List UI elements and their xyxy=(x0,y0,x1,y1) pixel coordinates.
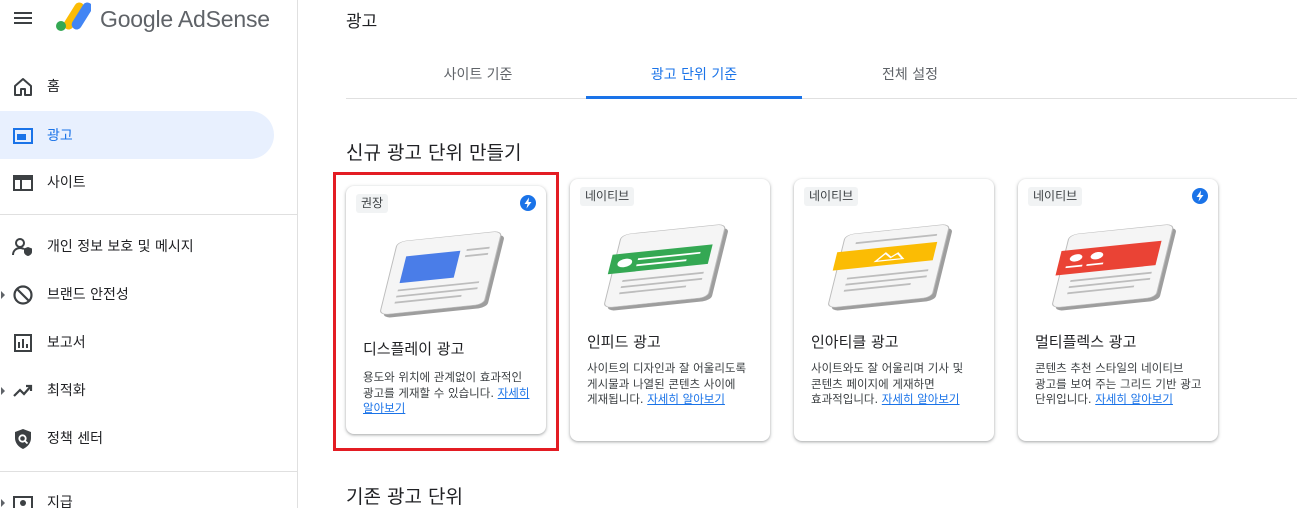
card-description: 사이트와도 잘 어울리며 기사 및 콘텐츠 페이지에 게재하면 효과적입니다. … xyxy=(811,361,983,408)
sidebar-item-label: 최적화 xyxy=(47,383,86,399)
sidebar-divider xyxy=(0,471,298,472)
card-title: 인아티클 광고 xyxy=(811,333,899,351)
expand-caret-icon xyxy=(1,499,5,507)
adsense-app: Google AdSense 광고 홈 광고 사이트 개인 정보 보호 및 메시… xyxy=(0,0,1297,508)
tab-by-site[interactable]: 사이트 기준 xyxy=(370,52,586,98)
ad-unit-card-in-feed[interactable]: 네이티브 인피드 광고 사이트의 디자인과 잘 어울리도록 게시물과 나열된 콘… xyxy=(570,179,770,441)
sidebar-item-label: 광고 xyxy=(47,128,73,144)
in-article-ad-illustration-icon xyxy=(828,224,952,311)
new-ad-unit-title: 신규 광고 단위 만들기 xyxy=(346,142,522,164)
sidebar-item-label: 사이트 xyxy=(47,175,86,191)
bolt-icon xyxy=(520,195,536,211)
card-description: 콘텐츠 추천 스타일의 네이티브 광고를 보여 주는 그리드 기반 광고 단위입… xyxy=(1035,361,1207,408)
tab-bar: 사이트 기준 광고 단위 기준 전체 설정 xyxy=(346,52,1297,99)
payments-icon xyxy=(13,496,33,508)
card-description: 사이트의 디자인과 잘 어울리도록 게시물과 나열된 콘텐츠 사이에 게재됩니다… xyxy=(587,361,759,408)
home-icon xyxy=(14,78,32,96)
ad-unit-card-in-article[interactable]: 네이티브 인아티클 광고 사이트와도 잘 어울리며 기사 및 콘텐츠 페이지에 … xyxy=(794,179,994,441)
sidebar-item-label: 개인 정보 보호 및 메시지 xyxy=(47,239,194,255)
sidebar-item-label: 브랜드 안전성 xyxy=(47,287,129,303)
privacy-icon xyxy=(12,238,32,256)
sidebar-item-sites[interactable]: 사이트 xyxy=(0,158,274,206)
page-title: 광고 xyxy=(346,12,378,32)
expand-caret-icon xyxy=(1,291,5,299)
block-icon xyxy=(13,285,33,305)
reports-icon xyxy=(14,334,32,352)
learn-more-link[interactable]: 자세히 알아보기 xyxy=(1095,392,1173,406)
sidebar-item-privacy[interactable]: 개인 정보 보호 및 메시지 xyxy=(0,222,274,270)
card-badge: 권장 xyxy=(356,194,389,213)
sidebar: 홈 광고 사이트 개인 정보 보호 및 메시지 브랜드 안전성 보고서 최적화 xyxy=(0,40,298,508)
sidebar-item-optimization[interactable]: 최적화 xyxy=(0,366,274,414)
sidebar-item-label: 지급 xyxy=(47,495,73,508)
sidebar-item-label: 정책 센터 xyxy=(47,431,103,447)
ads-icon xyxy=(13,128,33,144)
in-feed-ad-illustration-icon xyxy=(604,224,728,311)
ad-unit-card-multiplex[interactable]: 네이티브 멀티플렉스 광고 콘텐츠 추천 스타일의 네이티브 광고를 보여 주는… xyxy=(1018,179,1218,441)
trending-icon xyxy=(13,384,33,397)
sidebar-item-label: 홈 xyxy=(47,79,60,95)
learn-more-link[interactable]: 자세히 알아보기 xyxy=(647,392,725,406)
sidebar-item-home[interactable]: 홈 xyxy=(0,62,274,110)
card-title: 인피드 광고 xyxy=(587,333,661,351)
card-badge: 네이티브 xyxy=(1028,187,1083,206)
card-title: 멀티플렉스 광고 xyxy=(1035,333,1137,351)
sidebar-item-brand-safety[interactable]: 브랜드 안전성 xyxy=(0,270,274,318)
sidebar-divider xyxy=(0,214,298,215)
sidebar-item-ads[interactable]: 광고 xyxy=(0,111,274,159)
sites-icon xyxy=(13,175,33,191)
sidebar-item-policy-center[interactable]: 정책 센터 xyxy=(0,414,274,462)
card-title: 디스플레이 광고 xyxy=(363,340,465,358)
menu-icon[interactable] xyxy=(14,10,34,26)
card-description: 용도와 위치에 관계없이 효과적인 광고를 게재할 수 있습니다. 자세히 알아… xyxy=(363,370,535,417)
tab-global-settings[interactable]: 전체 설정 xyxy=(802,52,1018,98)
sidebar-item-label: 보고서 xyxy=(47,335,86,351)
brand-name: Google AdSense xyxy=(100,6,270,32)
card-badge: 네이티브 xyxy=(580,187,635,206)
sidebar-item-reports[interactable]: 보고서 xyxy=(0,318,274,366)
multiplex-ad-illustration-icon xyxy=(1052,224,1176,311)
existing-ad-units-title: 기존 광고 단위 xyxy=(346,486,463,508)
adsense-logo-icon xyxy=(56,2,91,31)
policy-icon xyxy=(15,429,31,449)
bolt-icon xyxy=(1192,188,1208,204)
tab-by-ad-unit[interactable]: 광고 단위 기준 xyxy=(586,52,802,99)
learn-more-link[interactable]: 자세히 알아보기 xyxy=(882,392,960,406)
top-bar: Google AdSense xyxy=(0,0,298,40)
expand-caret-icon xyxy=(1,387,5,395)
sidebar-item-payments[interactable]: 지급 xyxy=(0,478,274,508)
display-ad-illustration-icon xyxy=(380,231,504,318)
card-badge: 네이티브 xyxy=(804,187,859,206)
ad-unit-card-display[interactable]: 권장 디스플레이 광고 용도와 위치에 관계없이 효과적인 광고를 게재할 수 … xyxy=(346,186,546,434)
